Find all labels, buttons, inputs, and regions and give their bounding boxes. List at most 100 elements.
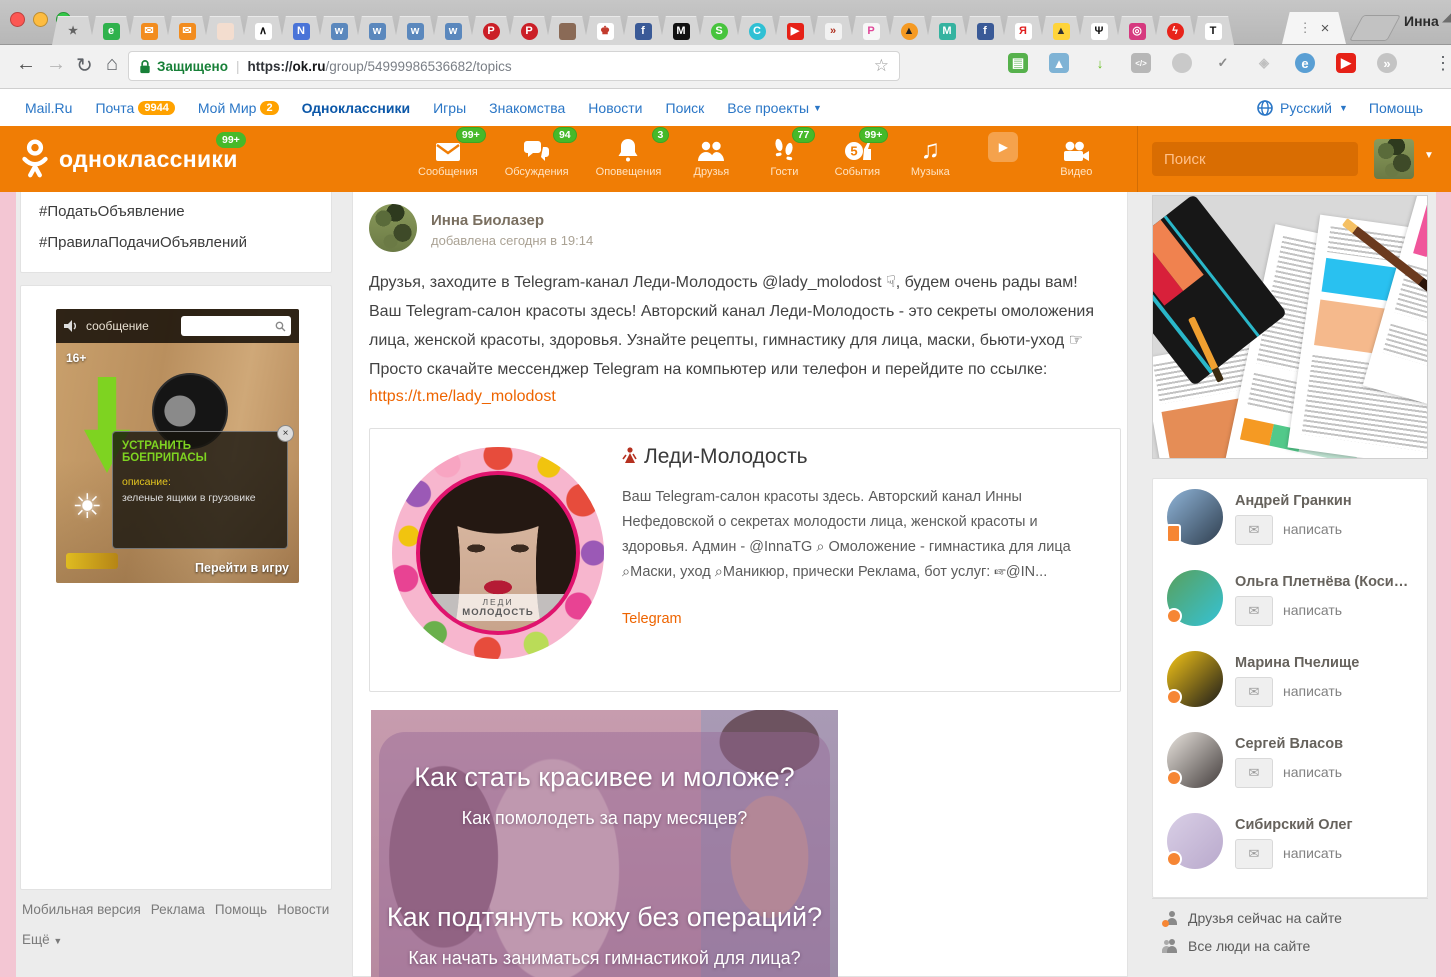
profile-caret-icon[interactable]: ▼ — [1424, 150, 1434, 161]
t-letter-tab[interactable]: T — [1192, 16, 1234, 45]
bookmark-star-icon[interactable]: ☆ — [874, 56, 889, 76]
game-ad-banner[interactable]: сообщение 16+ ☀ × УСТРАНИТЬ БОЕПРИПАСЫ о… — [56, 309, 299, 583]
active-tab[interactable]: ⋮ × — [1282, 12, 1346, 44]
facebook-tab-1[interactable]: f — [622, 16, 664, 45]
message-button[interactable]: ✉ — [1235, 596, 1273, 626]
pinterest-tab-2[interactable]: P — [508, 16, 550, 45]
ok-logo[interactable]: одноклассники 99+ — [20, 139, 238, 179]
nav-guests[interactable]: 77Гости — [761, 134, 807, 178]
gray-circle-extension-icon[interactable] — [1172, 53, 1192, 73]
friend-avatar[interactable] — [1167, 570, 1223, 626]
write-message-link[interactable]: написать — [1283, 683, 1342, 699]
forward-button[interactable]: → — [46, 53, 66, 76]
friend-name[interactable]: Сергей Власов — [1235, 736, 1343, 752]
nav-friends[interactable]: Друзья — [688, 134, 734, 178]
blue-e-extension-icon[interactable]: e — [1295, 53, 1315, 73]
friend-avatar[interactable] — [1167, 732, 1223, 788]
friend-name[interactable]: Андрей Гранкин — [1235, 493, 1352, 509]
mailru-nav-знакомства[interactable]: Знакомства — [489, 100, 565, 116]
minimize-window-button[interactable] — [33, 12, 48, 27]
diamond-extension-icon[interactable]: ◈ — [1254, 53, 1274, 73]
language-selector[interactable]: Русский — [1280, 100, 1332, 116]
message-button[interactable]: ✉ — [1235, 515, 1273, 545]
chevrons-extension-icon[interactable]: » — [1377, 53, 1397, 73]
orange-circle-tab[interactable]: ▲ — [888, 16, 930, 45]
video-download-extension-icon[interactable]: ▶ — [1336, 53, 1356, 73]
yellow-pictures-tab[interactable]: ▲ — [1040, 16, 1082, 45]
vk-tab-3[interactable]: w — [394, 16, 436, 45]
header-search-input[interactable] — [1162, 150, 1365, 169]
trident-tab[interactable]: Ψ — [1078, 16, 1120, 45]
footer-link[interactable]: Новости — [277, 902, 329, 917]
black-silhouette-tab[interactable]: ∧ — [242, 16, 284, 45]
image-extension-icon[interactable]: ▲ — [1049, 53, 1069, 73]
instagram-tab[interactable]: ◎ — [1116, 16, 1158, 45]
hashtag-link-1[interactable]: #ПодатьОбъявление — [39, 203, 313, 220]
friend-name[interactable]: Марина Пчелище — [1235, 655, 1359, 671]
friend-name[interactable]: Сибирский Олег — [1235, 817, 1353, 833]
message-button[interactable]: ✉ — [1235, 839, 1273, 869]
mailru-nav-новости[interactable]: Новости — [588, 100, 642, 116]
write-message-link[interactable]: написать — [1283, 764, 1342, 780]
write-message-link[interactable]: написать — [1283, 602, 1342, 618]
tooltip-close-icon[interactable]: × — [277, 425, 294, 442]
nav-notifications[interactable]: 3Оповещения — [596, 134, 662, 178]
footer-link[interactable]: Помощь — [215, 902, 267, 917]
mailru-nav-почта[interactable]: Почта9944 — [95, 100, 174, 116]
mailru-nav-mail.ru[interactable]: Mail.Ru — [25, 100, 72, 116]
browser-menu-icon[interactable]: ⋮ — [1434, 53, 1451, 74]
back-button[interactable]: ← — [16, 53, 36, 76]
colored-p-tab[interactable]: P — [850, 16, 892, 45]
vk-tab-2[interactable]: w — [356, 16, 398, 45]
mini-player-icon[interactable]: ▶ — [988, 132, 1018, 162]
sidebar-link[interactable]: Все люди на сайте — [1164, 938, 1428, 954]
mailru-nav-одноклассники[interactable]: Одноклассники — [302, 100, 411, 116]
friend-avatar[interactable] — [1167, 651, 1223, 707]
nav-discussions[interactable]: 94Обсуждения — [505, 134, 569, 178]
hashtag-link-2[interactable]: #ПравилаПодачиОбъявлений — [39, 234, 313, 251]
facebook-tab-2[interactable]: f — [964, 16, 1006, 45]
new-tab-button[interactable] — [1349, 15, 1401, 41]
vk-tab-1[interactable]: w — [318, 16, 360, 45]
nav-events[interactable]: 599+События — [834, 134, 880, 178]
youtube-tab[interactable]: ▶ — [774, 16, 816, 45]
mailru-nav-мой-мир[interactable]: Мой Мир2 — [198, 100, 279, 116]
friend-avatar[interactable] — [1167, 813, 1223, 869]
reload-button[interactable]: ↻ — [76, 53, 93, 78]
address-bar[interactable]: Защищено | https://ok.ru/group/549999865… — [128, 51, 900, 81]
header-search-box[interactable] — [1152, 142, 1358, 176]
channel-title[interactable]: Леди-Молодость — [622, 445, 808, 469]
bookmarks-star-tab[interactable]: ★ — [52, 16, 94, 45]
nav-music[interactable]: ♫Музыка — [907, 134, 953, 178]
embedded-channel-card[interactable]: ЛЕДИ МОЛОДОСТЬ Леди-Молодость Ваш Telegr… — [369, 428, 1121, 692]
mailru-mail-tab-2[interactable]: ✉ — [166, 16, 208, 45]
post-author-name[interactable]: Инна Биолазер — [431, 212, 544, 229]
code-extension-icon[interactable]: </> — [1131, 53, 1151, 73]
cyan-c-tab[interactable]: C — [736, 16, 778, 45]
crest-tab[interactable]: ♚ — [584, 16, 626, 45]
footer-link[interactable]: Реклама — [151, 902, 205, 917]
photo-tab[interactable] — [546, 16, 588, 45]
sidebar-link[interactable]: Друзья сейчас на сайте — [1164, 910, 1428, 926]
evernote-tab[interactable]: e — [90, 16, 132, 45]
mailru-nav-все-проекты[interactable]: Все проекты▼ — [727, 100, 822, 116]
blue-n-tab[interactable]: N — [280, 16, 322, 45]
tab-menu-icon[interactable]: ⋮ — [1299, 20, 1312, 36]
friend-name[interactable]: Ольга Плетнёва (Косило… — [1235, 574, 1415, 590]
tab-close-icon[interactable]: × — [1321, 20, 1330, 37]
help-link[interactable]: Помощь — [1369, 100, 1423, 116]
game-ad-cta[interactable]: Перейти в игру — [195, 561, 289, 575]
game-ad-search-box[interactable] — [181, 316, 291, 336]
nav-messages[interactable]: 99+Сообщения — [418, 134, 478, 178]
nav-video[interactable]: Видео — [1053, 134, 1099, 178]
checkmark-extension-icon[interactable]: ✓ — [1213, 53, 1233, 73]
mailru-nav-игры[interactable]: Игры — [433, 100, 466, 116]
nav-player[interactable]: ▶ — [980, 134, 1026, 162]
channel-source-link[interactable]: Telegram — [622, 611, 682, 627]
mailru-nav-поиск[interactable]: Поиск — [666, 100, 705, 116]
user-avatar[interactable] — [1374, 139, 1414, 179]
mailru-mail-tab[interactable]: ✉ — [128, 16, 170, 45]
teal-m-tab[interactable]: M — [926, 16, 968, 45]
message-button[interactable]: ✉ — [1235, 758, 1273, 788]
more-link[interactable]: Ещё ▼ — [22, 932, 62, 947]
